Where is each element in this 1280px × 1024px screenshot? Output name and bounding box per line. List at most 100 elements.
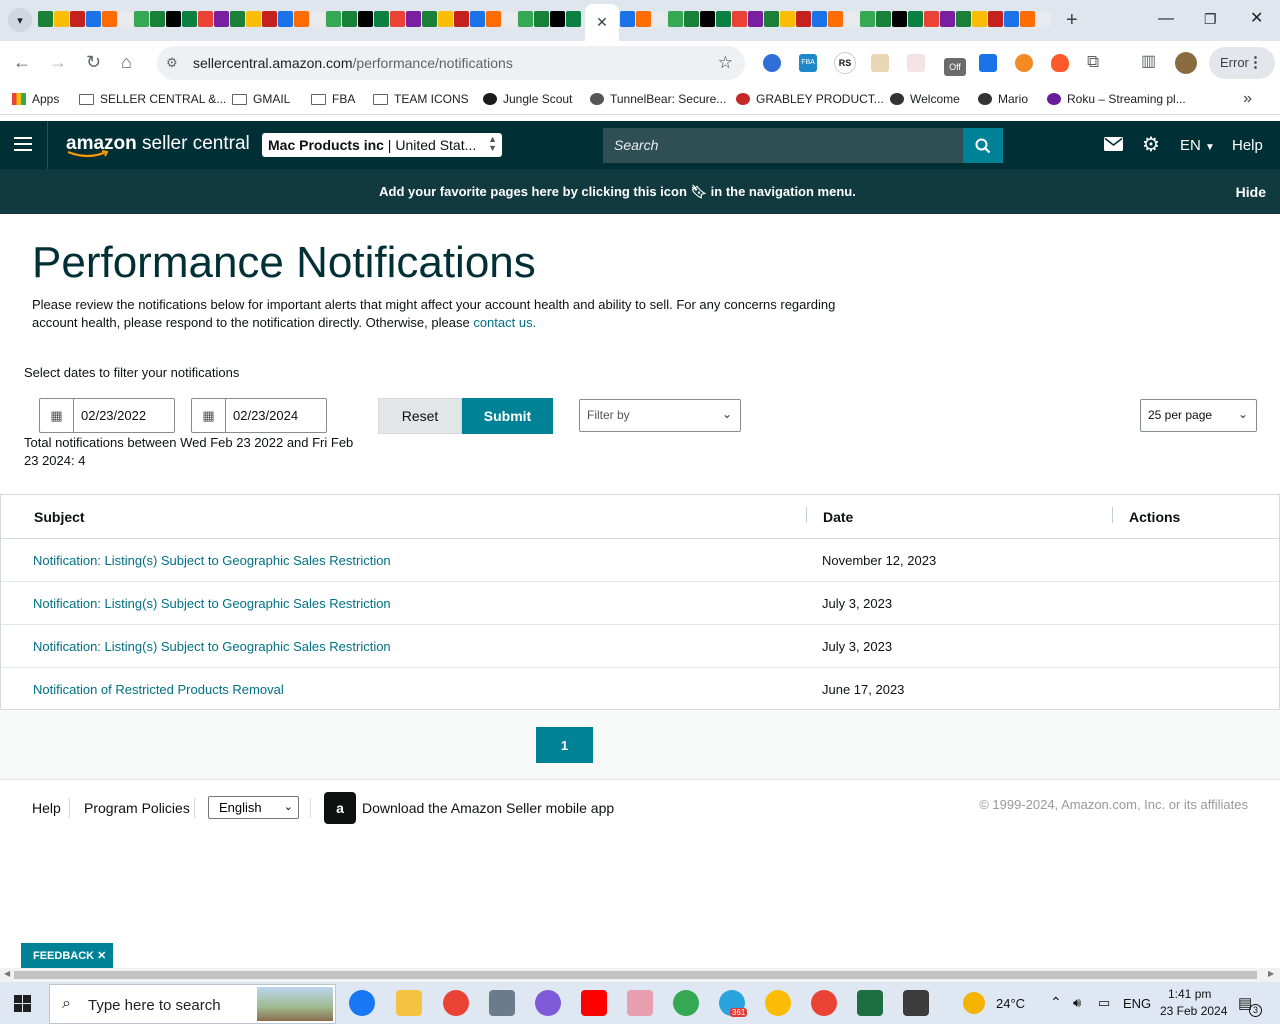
extension-orange-icon[interactable] [1015, 54, 1033, 72]
show-hidden-icons-icon[interactable]: ⌃ [1050, 994, 1062, 1011]
sticky-notes-icon[interactable] [903, 990, 929, 1016]
network-icon[interactable]: ▭ [1098, 995, 1110, 1011]
mail-icon[interactable] [1104, 135, 1123, 156]
tab-favicon-icon[interactable] [102, 11, 117, 27]
filter-by-select[interactable]: Filter by ⌄ [579, 399, 741, 432]
notification-subject-link[interactable]: Notification of Restricted Products Remo… [33, 682, 284, 697]
tab-favicon-icon[interactable] [70, 11, 85, 27]
tab-favicon-icon[interactable] [86, 11, 101, 27]
tab-favicon-icon[interactable] [182, 11, 197, 27]
search-button[interactable] [963, 128, 1003, 163]
program-policies-link[interactable]: Program Policies [84, 800, 190, 816]
tab-favicon-icon[interactable] [198, 11, 213, 27]
tab-favicon-icon[interactable] [230, 11, 245, 27]
extension-rs-icon[interactable]: RS [834, 52, 856, 74]
scrollbar-thumb[interactable] [14, 971, 1257, 979]
tab-favicon-icon[interactable] [550, 11, 565, 27]
tab-favicon-icon[interactable] [566, 11, 581, 27]
tab-favicon-icon[interactable] [310, 11, 325, 27]
bookmark-team-icons[interactable]: TEAM ICONS [373, 92, 469, 106]
home-icon[interactable]: ⌂ [121, 51, 132, 73]
tab-favicon-icon[interactable] [342, 11, 357, 27]
profile-avatar[interactable] [1175, 52, 1197, 74]
forward-icon[interactable]: → [49, 51, 67, 73]
footer-help-link[interactable]: Help [32, 800, 61, 816]
clock-date[interactable]: 23 Feb 2024 [1160, 1004, 1227, 1018]
tab-favicon-icon[interactable] [422, 11, 437, 27]
tab-favicon-icon[interactable] [700, 11, 715, 27]
reload-icon[interactable]: ↻ [86, 51, 101, 73]
tab-favicon-icon[interactable] [988, 11, 1003, 27]
tab-favicon-icon[interactable] [326, 11, 341, 27]
windows-start-icon[interactable] [14, 995, 31, 1012]
youtube-icon[interactable] [581, 990, 607, 1016]
notification-subject-link[interactable]: Notification: Listing(s) Subject to Geog… [33, 596, 391, 611]
taskbar-search-box[interactable]: ⌕ Type here to search [49, 984, 336, 1024]
tab-favicon-icon[interactable] [262, 11, 277, 27]
tab-favicon-icon[interactable] [972, 11, 987, 27]
calendar-icon[interactable]: ▦ [192, 399, 226, 432]
tab-favicon-icon[interactable] [620, 11, 635, 27]
pinned-tab-favicons[interactable] [38, 11, 584, 29]
bookmark-welcome[interactable]: Welcome [890, 92, 960, 106]
per-page-select[interactable]: 25 per page ⌄ [1140, 399, 1257, 432]
tab-favicon-icon[interactable] [150, 11, 165, 27]
new-tab-button[interactable]: + [1066, 9, 1078, 31]
contact-us-link[interactable]: contact us. [473, 315, 536, 330]
scroll-right-icon[interactable]: ▶ [1268, 969, 1274, 978]
tab-favicon-icon[interactable] [534, 11, 549, 27]
tab-favicon-icon[interactable] [940, 11, 955, 27]
language-dropdown[interactable]: EN ▼ [1180, 137, 1215, 154]
tab-favicon-icon[interactable] [812, 11, 827, 27]
tab-search-button[interactable]: ▾ [8, 8, 32, 32]
extension-off-icon[interactable]: Off [944, 58, 966, 76]
site-info-icon[interactable]: ⚙ [166, 55, 178, 71]
tab-favicon-icon[interactable] [278, 11, 293, 27]
bookmark-star-icon[interactable]: ☆ [718, 53, 733, 73]
end-date-input[interactable]: ▦ 02/23/2024 [191, 398, 327, 433]
tab-favicon-icon[interactable] [1020, 11, 1035, 27]
horizontal-scrollbar[interactable]: ◀ ▶ [0, 968, 1280, 982]
notification-subject-link[interactable]: Notification: Listing(s) Subject to Geog… [33, 553, 391, 568]
bookmark-mario[interactable]: Mario [978, 92, 1028, 106]
extensions-puzzle-icon[interactable]: ⧉ [1087, 51, 1099, 73]
tab-favicon-icon[interactable] [438, 11, 453, 27]
chrome-profile-a-icon[interactable] [765, 990, 791, 1016]
tab-favicon-icon[interactable] [470, 11, 485, 27]
tab-favicon-icon[interactable] [892, 11, 907, 27]
page-1-button[interactable]: 1 [536, 727, 593, 763]
calendar-icon[interactable]: ▦ [40, 399, 74, 432]
chrome-profile-c-icon[interactable] [811, 990, 837, 1016]
tab-favicon-icon[interactable] [636, 11, 651, 27]
tab-favicon-icon[interactable] [134, 11, 149, 27]
tab-favicon-icon[interactable] [390, 11, 405, 27]
tab-favicon-icon[interactable] [406, 11, 421, 27]
tab-favicon-icon[interactable] [764, 11, 779, 27]
address-bar[interactable]: ⚙ sellercentral.amazon.com/performance/n… [157, 46, 745, 80]
tab-favicon-icon[interactable] [54, 11, 69, 27]
tab-favicon-icon[interactable] [732, 11, 747, 27]
active-tab-close-button[interactable]: ✕ [585, 4, 619, 41]
extension-fba-icon[interactable]: FBA [799, 54, 817, 72]
amazon-app-icon[interactable]: a [324, 792, 356, 824]
url-text[interactable]: sellercentral.amazon.com/performance/not… [193, 55, 513, 71]
copilot-icon[interactable] [535, 990, 561, 1016]
extension-grid-icon[interactable] [979, 54, 997, 72]
tab-favicon-icon[interactable] [454, 11, 469, 27]
tab-favicon-icon[interactable] [166, 11, 181, 27]
seller-search-input[interactable]: Search [603, 128, 963, 163]
subject-column-header[interactable]: Subject [34, 509, 85, 525]
hide-banner-link[interactable]: Hide [1236, 184, 1266, 200]
snipping-tool-icon[interactable] [627, 990, 653, 1016]
download-app-link[interactable]: Download the Amazon Seller mobile app [362, 800, 614, 816]
tab-favicon-icon[interactable] [118, 11, 133, 27]
bookmark-tunnelbear-secure[interactable]: TunnelBear: Secure... [590, 92, 726, 106]
tab-favicon-icon[interactable] [1004, 11, 1019, 27]
side-panel-icon[interactable]: ▥ [1141, 51, 1156, 73]
browser-error-button[interactable]: Error ⋮ [1209, 47, 1275, 79]
bookmark-fba[interactable]: FBA [311, 92, 355, 106]
weather-temp[interactable]: 24°C [996, 996, 1025, 1011]
settings-gear-icon[interactable]: ⚙ [1142, 132, 1160, 157]
bookmark-apps[interactable]: Apps [12, 92, 59, 106]
tab-favicon-icon[interactable] [502, 11, 517, 27]
